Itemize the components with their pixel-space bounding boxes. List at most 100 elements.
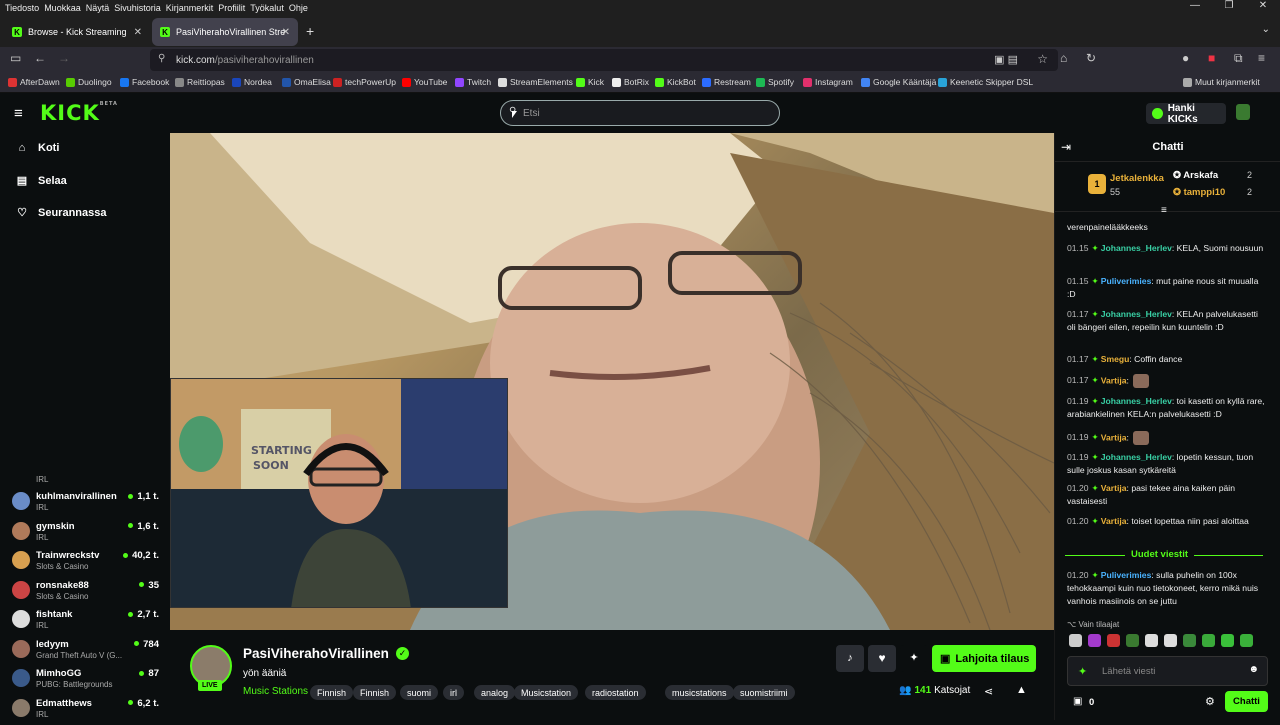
gift-subscription-button[interactable]: ▣ Lahjoita tilaus	[932, 645, 1036, 672]
menu-item[interactable]: Sivuhistoria	[114, 3, 161, 13]
filter-icon[interactable]: ≡	[1161, 205, 1167, 216]
message-user[interactable]: Smegu	[1101, 354, 1130, 364]
kick-logo[interactable]: KICKBETA	[40, 101, 118, 125]
emote-icon[interactable]	[1221, 634, 1234, 647]
get-kicks-button[interactable]: Hanki KICKs	[1146, 103, 1226, 125]
stream-tag[interactable]: Finnish	[353, 685, 397, 700]
message-user[interactable]: Puliverimies	[1101, 570, 1152, 580]
message-user[interactable]: Johannes_Herlev	[1101, 452, 1172, 462]
sidebar-channel[interactable]: ronsnake88 Slots & Casino 35	[8, 578, 163, 607]
bookmark-spotify[interactable]: Spotify	[756, 77, 794, 87]
stream-tag[interactable]: Finnish	[310, 685, 354, 700]
channel-name[interactable]: PasiViherahoVirallinen	[243, 646, 389, 661]
url-bar[interactable]: ⚲ kick.com/pasiviherahovirallinen ▣ ▤ ☆	[150, 49, 1058, 71]
report-icon[interactable]: ▲	[1016, 684, 1027, 696]
user-avatar[interactable]	[1236, 104, 1250, 120]
bookmark-restream[interactable]: Restream	[702, 77, 751, 87]
bookmark-google-k-nt-j-[interactable]: Google Kääntäjä	[861, 77, 936, 87]
menu-icon[interactable]: ≡	[1258, 51, 1265, 65]
bookmark-youtube[interactable]: YouTube	[402, 77, 447, 87]
close-icon[interactable]: ✕	[1246, 0, 1280, 11]
tab-list-icon[interactable]: ⌄	[1262, 24, 1270, 35]
sidebar-item-home[interactable]: ⌂ Koti	[15, 142, 60, 154]
bookmark-streamelements[interactable]: StreamElements	[498, 77, 573, 87]
minimize-icon[interactable]: —	[1178, 0, 1212, 11]
notification-bell-icon[interactable]: ♪	[836, 645, 864, 672]
emote-icon[interactable]	[1183, 634, 1196, 647]
emoji-icon[interactable]: ☻	[1248, 664, 1259, 675]
sidebar-channel[interactable]: MimhoGG PUBG: Battlegrounds 87	[8, 666, 163, 695]
emote-icon[interactable]	[1164, 634, 1177, 647]
message-user[interactable]: Puliverimies	[1101, 276, 1152, 286]
reload-icon[interactable]: ↻	[1086, 51, 1096, 65]
hamburger-icon[interactable]: ≡	[14, 105, 23, 122]
stream-tag[interactable]: Musicstation	[514, 685, 579, 700]
bookmark-twitch[interactable]: Twitch	[455, 77, 491, 87]
menu-item[interactable]: Työkalut	[250, 3, 284, 13]
bookmark-duolingo[interactable]: Duolingo	[66, 77, 112, 87]
sidebar-channel[interactable]: fishtank IRL 2,7 t.	[8, 607, 163, 636]
sidebar-channel[interactable]: Edmatthews IRL 6,2 t.	[8, 696, 163, 725]
stream-tag[interactable]: radiostation	[585, 685, 646, 700]
forward-icon[interactable]: →	[58, 51, 70, 65]
bookmark-omaelisa[interactable]: OmaElisa	[282, 77, 331, 87]
sidebar-channel[interactable]: Trainwreckstv Slots & Casino 40,2 t.	[8, 548, 163, 577]
bookmark-afterdawn[interactable]: AfterDawn	[8, 77, 60, 87]
bookmark-instagram[interactable]: Instagram	[803, 77, 853, 87]
menu-item[interactable]: Ohje	[289, 3, 308, 13]
sparkle-icon[interactable]: ✦	[900, 645, 928, 672]
bookmark-reittiopas[interactable]: Reittiopas	[175, 77, 225, 87]
home-icon[interactable]: ⌂	[1060, 51, 1067, 65]
extensions-icon[interactable]: ▣ ▤	[994, 53, 1018, 66]
message-user[interactable]: Vartija	[1101, 483, 1127, 493]
addon-icon[interactable]: ■	[1208, 51, 1215, 65]
emote-icon[interactable]	[1126, 634, 1139, 647]
profile-icon[interactable]: ●	[1182, 51, 1189, 65]
sidebar-channel[interactable]: kuhlmanvirallinen IRL 1,1 t.	[8, 489, 163, 518]
bookmark-keenetic-skipper-dsl[interactable]: Keenetic Skipper DSL	[938, 77, 1033, 87]
message-user[interactable]: Vartija	[1101, 375, 1127, 385]
bookmark-facebook[interactable]: Facebook	[120, 77, 169, 87]
bookmark-kick[interactable]: Kick	[576, 77, 604, 87]
restore-icon[interactable]: ❐	[1212, 0, 1246, 11]
bookmark-nordea[interactable]: Nordea	[232, 77, 272, 87]
menu-item[interactable]: Tiedosto	[5, 3, 39, 13]
stream-tag[interactable]: analog	[474, 685, 516, 700]
emote-icon[interactable]	[1069, 634, 1082, 647]
stream-tag[interactable]: irl	[443, 685, 464, 700]
bookmark-muut-kirjanmerkit[interactable]: Muut kirjanmerkit	[1183, 77, 1260, 87]
chat-input[interactable]: ✦ Lähetä viesti ☻	[1067, 656, 1268, 686]
sidebar-item-browse[interactable]: ▤ Selaa	[15, 174, 67, 188]
chat-send-button[interactable]: Chatti	[1225, 691, 1268, 712]
close-tab-icon[interactable]: ✕	[134, 27, 142, 38]
sidebar-channel[interactable]: gymskin IRL 1,6 t.	[8, 519, 163, 548]
tab-active-stream[interactable]: K PasiViherahoVirallinen Stre ✕	[152, 18, 298, 46]
stream-tag[interactable]: suomistriimi	[733, 685, 795, 700]
emote-icon[interactable]	[1145, 634, 1158, 647]
new-tab-icon[interactable]: +	[306, 23, 314, 39]
menu-item[interactable]: Muokkaa	[44, 3, 81, 13]
message-user[interactable]: Vartija	[1101, 516, 1127, 526]
bookmark-kickbot[interactable]: KickBot	[655, 77, 696, 87]
message-user[interactable]: Johannes_Herlev	[1101, 309, 1172, 319]
sidebar-channel[interactable]: ledyym Grand Theft Auto V (G... 784	[8, 637, 163, 666]
bookmark-star-icon[interactable]: ☆	[1037, 52, 1048, 66]
bookmark-techpowerup[interactable]: techPowerUp	[333, 77, 396, 87]
bookmark-botrix[interactable]: BotRix	[612, 77, 649, 87]
close-tab-icon[interactable]: ✕	[282, 27, 290, 38]
share-icon[interactable]: ⋖	[984, 685, 993, 698]
stream-tag[interactable]: suomi	[400, 685, 439, 700]
message-user[interactable]: Johannes_Herlev	[1101, 243, 1172, 253]
settings-gear-icon[interactable]: ⚙	[1205, 695, 1215, 708]
emote-icon[interactable]	[1088, 634, 1101, 647]
message-user[interactable]: Vartija	[1101, 432, 1127, 442]
menu-item[interactable]: Kirjanmerkit	[166, 3, 214, 13]
menu-item[interactable]: Profiilit	[218, 3, 245, 13]
emote-icon[interactable]	[1202, 634, 1215, 647]
back-icon[interactable]: ←	[34, 51, 46, 65]
puzzle-icon[interactable]: ⧉	[1234, 51, 1243, 66]
stream-category[interactable]: Music Stations	[243, 686, 308, 697]
video-player[interactable]: STARTING SOON	[170, 133, 1054, 630]
message-user[interactable]: Johannes_Herlev	[1101, 396, 1172, 406]
emote-icon[interactable]	[1107, 634, 1120, 647]
